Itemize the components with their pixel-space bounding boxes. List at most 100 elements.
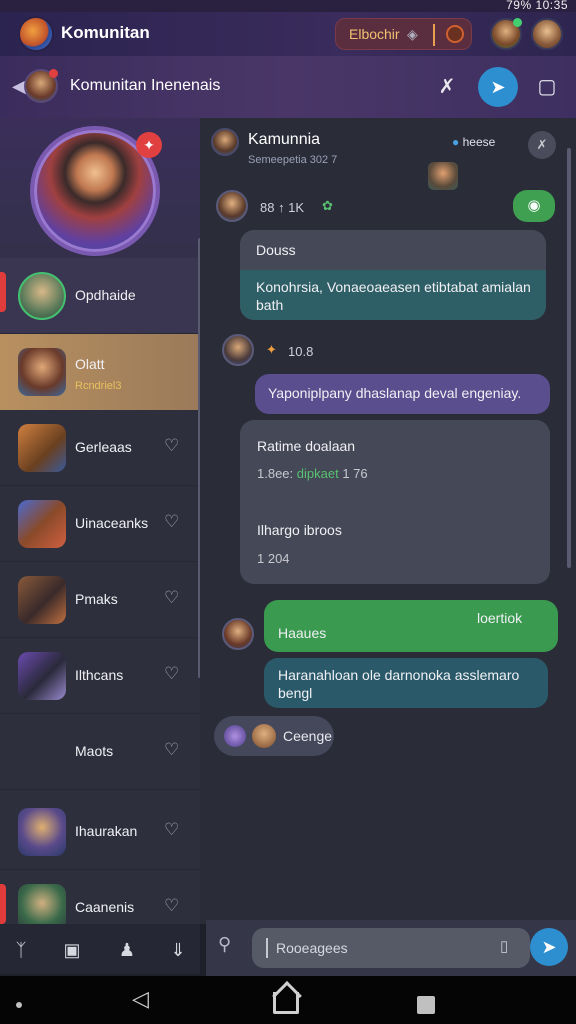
weapon-thumb-icon [18, 576, 66, 624]
message-meta: 88 ↑ 1K [260, 200, 305, 215]
mic-icon[interactable]: ▯ [500, 937, 508, 955]
recents-nav-icon[interactable] [417, 996, 435, 1014]
coin-icon [446, 25, 464, 43]
weapon-thumb-icon [18, 500, 66, 548]
message-bubble[interactable]: Yaponiplpany dhaslanap deval engeniay. [255, 374, 550, 414]
status-bar: 79% 10:35 [0, 0, 576, 12]
online-indicator [513, 18, 522, 27]
back-nav-icon[interactable]: ◁ [132, 986, 149, 1012]
sidebar-item-label: Ilthcans [75, 667, 124, 683]
heart-icon[interactable]: ♡ [164, 740, 179, 760]
chat-panel: Kamunnia Semeepetia 302 7 ● heese ✗ 88 ↑… [200, 118, 576, 924]
download-icon[interactable]: ⇓ [163, 936, 193, 964]
sidebar-item[interactable]: Pmaks ♡ [0, 562, 200, 638]
chat-avatar[interactable] [211, 128, 239, 156]
weapon-thumb-icon [18, 652, 66, 700]
friend-avatar[interactable] [490, 18, 522, 50]
sidebar-item[interactable]: Gerleaas ♡ [0, 410, 200, 486]
profile-thumb-avatar [18, 272, 66, 320]
leaf-icon: ✿ [322, 198, 333, 213]
community-avatar[interactable] [24, 69, 58, 103]
sidebar-item-label: Gerleaas [75, 439, 132, 455]
app-title: Komunitan [61, 23, 150, 42]
character-thumb-icon [18, 884, 66, 924]
attach-icon[interactable]: ⚲ [218, 934, 231, 955]
participants-label: Ceenge [283, 728, 333, 744]
sidebar-item[interactable]: Uinaceanks ♡ [0, 486, 200, 562]
sidebar-item[interactable]: Ihaurakan ♡ [0, 794, 200, 870]
gem-icon: ◈ [407, 26, 418, 42]
participant-avatar [224, 725, 246, 747]
sender-avatar[interactable] [222, 618, 254, 650]
message-meta: 10.8 [288, 344, 314, 359]
community-title: Komunitan Inenenais [70, 77, 221, 94]
chip-divider [433, 24, 435, 46]
heart-icon[interactable]: ♡ [164, 588, 179, 608]
chat-scrollbar[interactable] [567, 148, 571, 568]
reaction-button[interactable]: ◉ [513, 190, 555, 222]
chat-header: Kamunnia Semeepetia 302 7 ● heese ✗ [200, 118, 576, 176]
message-bubble[interactable]: Ratime doalaan 1.8ee: dipkaet 1 76 Ilhar… [240, 420, 550, 584]
currency-chip[interactable]: Elbochir ◈ [335, 18, 472, 50]
sidebar-item-label: Olatt [75, 356, 105, 372]
sidebar-item-selected[interactable]: Olatt Rcndriel3 [0, 334, 200, 410]
detail-suffix: 1 76 [342, 466, 368, 481]
text-cursor [266, 938, 268, 958]
home-nav-icon[interactable] [273, 992, 299, 1014]
message-input[interactable] [252, 928, 530, 968]
outgoing-message-bubble[interactable]: Haranahloan ole darnonoka asslemaro beng… [264, 658, 548, 708]
badge-icon: ✦ [136, 132, 162, 158]
message-text: Douss [256, 242, 296, 258]
sender-avatar[interactable] [222, 334, 254, 366]
branch-icon[interactable]: ᛉ [6, 936, 36, 964]
notification-dot [49, 69, 58, 78]
sidebar-item[interactable]: Caanenis ♡ [0, 870, 200, 924]
participants-pill[interactable]: Ceenge [214, 716, 334, 756]
star-icon: ✦ [266, 342, 277, 357]
message-text: Ratime doalaan [257, 438, 356, 454]
search-icon[interactable]: ✗ [432, 72, 462, 102]
sticker-image [428, 162, 458, 190]
sidebar-item-label: Pmaks [75, 591, 118, 607]
sidebar-item-label: Caanenis [75, 899, 135, 915]
sidebar-item[interactable]: Maots ♡ [0, 714, 200, 790]
active-indicator [0, 884, 6, 924]
heart-icon[interactable]: ♡ [164, 820, 179, 840]
sidebar-item-label: Uinaceanks [75, 515, 149, 531]
heart-icon[interactable]: ♡ [164, 436, 179, 456]
sidebar-item[interactable]: Ilthcans ♡ [0, 638, 200, 714]
message-text: Haranahloan ole darnonoka asslemaro beng… [278, 667, 520, 701]
heart-icon[interactable]: ♡ [164, 512, 179, 532]
send-button[interactable]: ➤ [530, 928, 568, 966]
chat-icon[interactable]: ▣ [57, 936, 87, 964]
character-thumb-icon [18, 808, 66, 856]
message-text: loertiok [477, 610, 523, 626]
more-options-icon[interactable]: ✗ [528, 131, 556, 159]
chat-tag: ● heese [452, 135, 495, 149]
message-text: Konohrsia, Vonaeoaeasen etibtabat amiala… [256, 279, 531, 313]
outgoing-message-bubble[interactable]: loertiok Haaues [264, 600, 558, 652]
sidebar-item-profile[interactable]: Opdhaide [0, 258, 200, 334]
tag-dot-icon: ● [452, 135, 463, 149]
heart-icon[interactable]: ♡ [164, 896, 179, 916]
sender-avatar[interactable] [216, 190, 248, 222]
message-bubble[interactable]: Douss Konohrsia, Vonaeoaeasen etibtabat … [240, 230, 546, 320]
currency-chip-label: Elbochir [349, 26, 400, 42]
sidebar-item-label: Maots [75, 743, 114, 759]
add-member-button[interactable]: ➤ [478, 67, 518, 107]
expand-icon[interactable]: ▢ [532, 72, 562, 102]
sidebar-bottom-nav: ᛉ ▣ ♟ ⇓ [0, 924, 200, 974]
message-text: Yaponiplpany dhaslanap deval engeniay. [268, 385, 522, 401]
user-avatar[interactable] [531, 18, 563, 50]
system-nav-bar: ◁ [0, 976, 576, 1024]
chat-header-bar: ◀ Komunitan Inenenais ✗ ➤ ▢ [0, 56, 576, 118]
chat-subtitle: Semeepetia 302 7 [248, 154, 338, 166]
heart-icon[interactable]: ♡ [164, 664, 179, 684]
sidebar-item-label: Ihaurakan [75, 823, 138, 839]
assistant-dot-icon [16, 1002, 22, 1008]
weapon-thumb-icon [18, 424, 66, 472]
people-icon[interactable]: ♟ [112, 936, 142, 964]
participant-avatar [252, 724, 276, 748]
message-detail: 1 204 [257, 551, 290, 566]
app-root: 79% 10:35 Komunitan Elbochir ◈ ◀ Komunit… [0, 0, 576, 1024]
